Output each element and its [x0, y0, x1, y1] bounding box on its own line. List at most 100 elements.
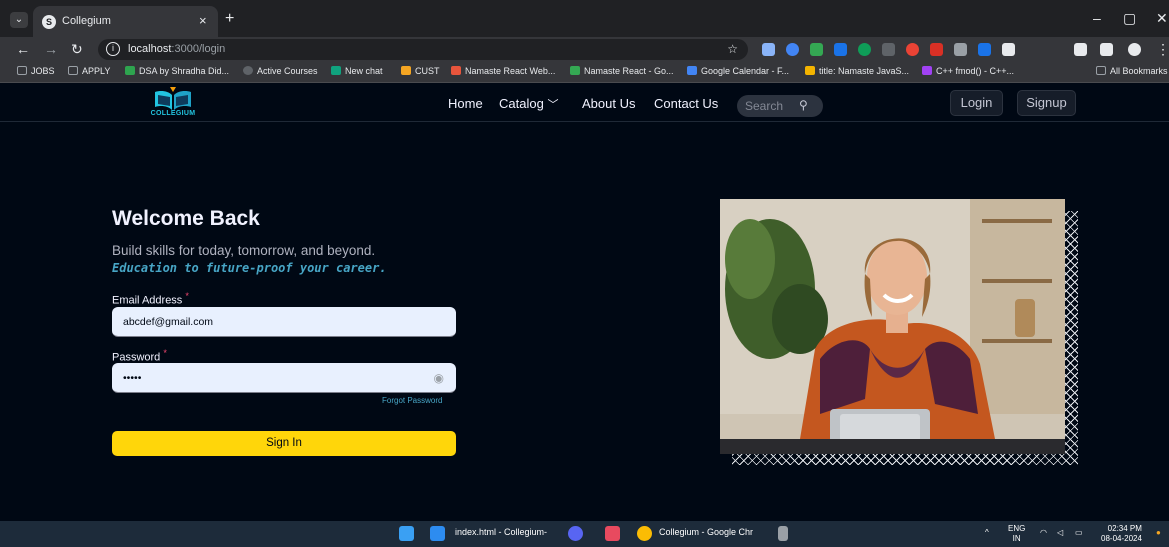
signup-button[interactable]: Signup	[1017, 90, 1076, 116]
bookmark-google-calendar[interactable]: Google Calendar - F...	[687, 66, 789, 76]
language-indicator[interactable]: ENG IN	[1008, 524, 1025, 544]
tab-search-icon[interactable]: ⌄	[10, 12, 28, 28]
vscode-icon[interactable]	[430, 526, 445, 541]
drive-icon	[570, 66, 580, 75]
student-photo	[720, 199, 1065, 454]
book-logo-icon	[155, 87, 191, 110]
extension-icon[interactable]	[930, 43, 943, 56]
extension-icon[interactable]	[978, 43, 991, 56]
required-asterisk: *	[163, 348, 167, 358]
password-label: Password *	[112, 348, 167, 364]
clock[interactable]: 02:34 PM 08-04-2024	[1101, 524, 1142, 544]
bookmark-active-courses[interactable]: Active Courses	[243, 66, 318, 76]
extension-icon[interactable]	[786, 43, 799, 56]
collegium-logo[interactable]: COLLEGIUM	[143, 86, 203, 120]
bookmark-apply[interactable]: APPLY	[68, 66, 110, 76]
bookmark-namaste-javascript[interactable]: title: Namaste JavaS...	[805, 66, 909, 76]
sign-in-button[interactable]: Sign In	[112, 431, 456, 456]
folder-icon	[1096, 66, 1106, 75]
login-button[interactable]: Login	[950, 90, 1003, 116]
site-navbar: COLLEGIUM Home Catalog ﹀ About Us Contac…	[0, 84, 1169, 122]
nav-catalog-label: Catalog	[499, 96, 544, 111]
email-field[interactable]: abcdef@gmail.com	[112, 307, 456, 337]
chevron-down-icon: ﹀	[547, 99, 559, 111]
side-panel-icon[interactable]	[1100, 43, 1113, 56]
email-label: Email Address *	[112, 291, 189, 307]
search-icon: ⚲	[799, 98, 808, 112]
wifi-icon[interactable]: ◠	[1040, 528, 1047, 538]
address-bar[interactable]: i localhost:3000/login ☆	[98, 39, 748, 60]
bookmark-namaste-react-go[interactable]: Namaste React - Go...	[570, 66, 674, 76]
bookmark-star-icon[interactable]: ☆	[727, 42, 738, 56]
forward-arrow-icon[interactable]: →	[44, 41, 58, 57]
search-input[interactable]: Search ⚲	[737, 95, 823, 117]
profile-avatar-icon[interactable]	[1128, 43, 1141, 56]
extension-icon[interactable]	[906, 43, 919, 56]
extension-icon[interactable]	[762, 43, 775, 56]
calendar-icon	[687, 66, 697, 75]
password-value: •••••	[123, 372, 142, 384]
tab-title: Collegium	[62, 15, 111, 27]
minimize-button[interactable]: –	[1093, 10, 1101, 26]
nav-contact-link[interactable]: Contact Us	[654, 96, 718, 111]
taskbar-chrome-label[interactable]: Collegium - Google Chr	[659, 527, 753, 537]
page-subtitle: Build skills for today, tomorrow, and be…	[112, 243, 376, 258]
javascript-icon	[805, 66, 815, 75]
bookmark-dsa[interactable]: DSA by Shradha Did...	[125, 66, 229, 76]
nav-about-link[interactable]: About Us	[582, 96, 635, 111]
reading-list-icon[interactable]	[1074, 43, 1087, 56]
file-icon[interactable]	[778, 526, 788, 541]
nav-catalog-link[interactable]: Catalog ﹀	[499, 96, 558, 112]
tab-close-icon[interactable]: ×	[199, 13, 207, 28]
namaste-icon	[451, 66, 461, 75]
nav-home-link[interactable]: Home	[448, 96, 483, 111]
bookmark-jobs[interactable]: JOBS	[17, 66, 55, 76]
close-window-button[interactable]: ✕	[1156, 10, 1168, 27]
battery-icon[interactable]: ▭	[1075, 528, 1083, 538]
search-placeholder: Search	[745, 99, 784, 113]
collegium-favicon-icon: S	[42, 15, 56, 29]
new-tab-button[interactable]: +	[225, 11, 234, 27]
password-field[interactable]: ••••• ◉	[112, 363, 456, 393]
extension-icon[interactable]	[954, 43, 967, 56]
cust-icon	[401, 66, 411, 75]
discord-icon[interactable]	[568, 526, 583, 541]
forgot-password-link[interactable]: Forgot Password	[382, 396, 442, 405]
cpp-icon	[922, 66, 932, 75]
extensions-puzzle-icon[interactable]	[1002, 43, 1015, 56]
extension-icon[interactable]	[834, 43, 847, 56]
page-tagline: Education to future-proof your career.	[112, 261, 387, 275]
bookmark-namaste-react-web[interactable]: Namaste React Web...	[451, 66, 555, 76]
extension-icon[interactable]	[882, 43, 895, 56]
browser-toolbar: ← → ↻ i localhost:3000/login ☆ ⋮	[0, 37, 1169, 62]
show-password-eye-icon[interactable]: ◉	[434, 371, 444, 385]
bookmark-cust[interactable]: CUST	[401, 66, 440, 76]
windows-taskbar: index.html - Collegium- Collegium - Goog…	[0, 521, 1169, 547]
chrome-menu-icon[interactable]: ⋮	[1156, 41, 1169, 58]
reload-icon[interactable]: ↻	[71, 41, 83, 58]
extension-icon[interactable]	[810, 43, 823, 56]
taskbar-vscode-label[interactable]: index.html - Collegium-	[455, 527, 547, 537]
tray-chevron-up-icon[interactable]: ^	[985, 528, 989, 538]
bookmark-new-chat[interactable]: New chat	[331, 66, 383, 76]
back-arrow-icon[interactable]: ←	[16, 41, 30, 57]
folder-icon	[68, 66, 78, 75]
maximize-button[interactable]: ▢	[1123, 10, 1136, 27]
volume-icon[interactable]: ◁	[1057, 528, 1063, 538]
browser-tab[interactable]: S Collegium ×	[33, 6, 218, 37]
chrome-icon[interactable]	[637, 526, 652, 541]
extension-icon[interactable]	[858, 43, 871, 56]
chatgpt-icon	[331, 66, 341, 75]
notification-bell-icon[interactable]: ●	[1156, 528, 1161, 538]
email-value: abcdef@gmail.com	[123, 316, 214, 328]
required-asterisk: *	[185, 291, 189, 301]
windows-start-icon[interactable]	[399, 526, 414, 541]
bookmark-all-bookmarks[interactable]: All Bookmarks	[1096, 66, 1168, 76]
url-text[interactable]: localhost:3000/login	[128, 43, 225, 55]
info-icon[interactable]: i	[106, 42, 120, 56]
plus-icon	[125, 66, 135, 75]
bookmarks-bar: JOBS APPLY DSA by Shradha Did... Active …	[0, 62, 1169, 83]
bookmark-cpp-fmod[interactable]: C++ fmod() - C++...	[922, 66, 1014, 76]
page-title: Welcome Back	[112, 207, 260, 230]
app-icon[interactable]	[605, 526, 620, 541]
